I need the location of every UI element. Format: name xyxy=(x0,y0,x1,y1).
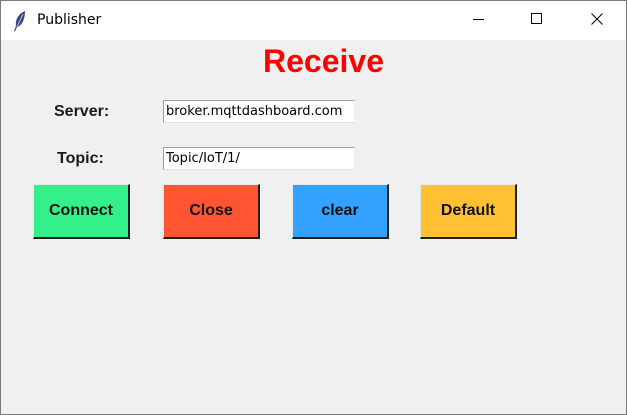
maximize-button[interactable] xyxy=(514,1,560,40)
server-label: Server: xyxy=(54,103,110,120)
minimize-button[interactable] xyxy=(456,1,502,40)
server-input[interactable] xyxy=(163,100,355,123)
close-window-button[interactable] xyxy=(574,1,620,40)
maximize-icon xyxy=(531,12,543,30)
feather-icon xyxy=(12,10,28,32)
topic-label: Topic: xyxy=(57,150,104,167)
close-button[interactable]: Close xyxy=(163,184,260,239)
connect-button[interactable]: Connect xyxy=(33,184,130,239)
app-window: Publisher Receive Server: Topic: Connect… xyxy=(0,0,627,415)
topic-input[interactable] xyxy=(163,147,355,170)
title-bar[interactable]: Publisher xyxy=(1,1,626,40)
default-button[interactable]: Default xyxy=(420,184,517,239)
clear-button[interactable]: clear xyxy=(292,184,389,239)
close-icon xyxy=(591,12,603,30)
minimize-icon xyxy=(473,12,485,30)
window-title: Publisher xyxy=(37,12,102,28)
page-heading: Receive xyxy=(263,43,384,79)
